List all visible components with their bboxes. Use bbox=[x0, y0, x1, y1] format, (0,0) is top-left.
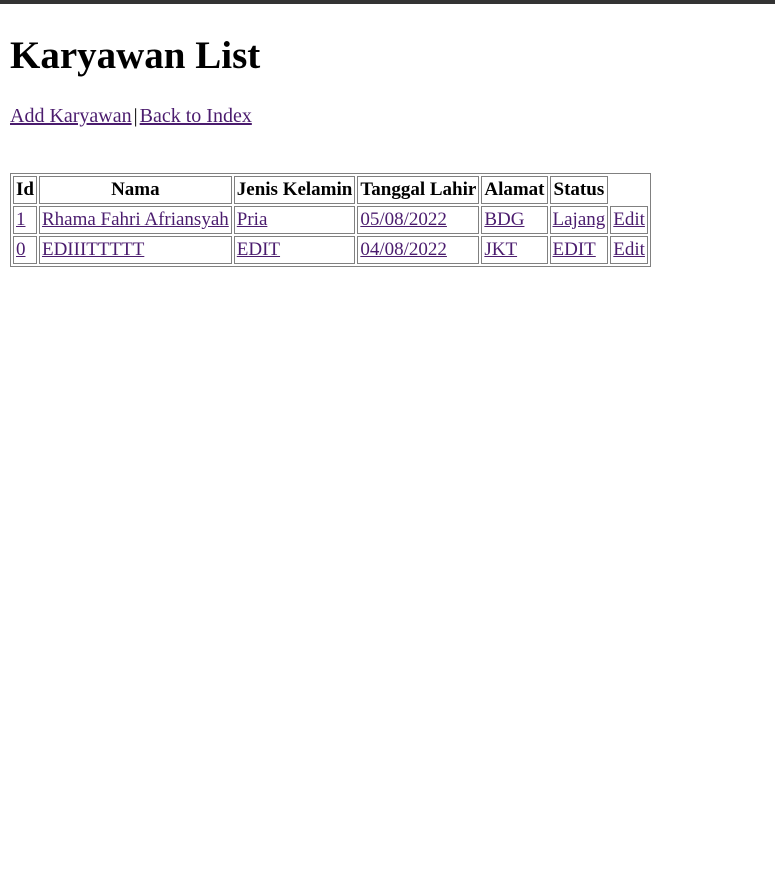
header-tanggal-lahir: Tanggal Lahir bbox=[357, 176, 480, 204]
table-row: 0 EDIIITTTTT EDIT 04/08/2022 JKT EDIT Ed… bbox=[13, 236, 648, 264]
cell-tanggal-lahir: 05/08/2022 bbox=[357, 206, 480, 234]
id-link[interactable]: 1 bbox=[16, 209, 26, 230]
status-link[interactable]: EDIT bbox=[553, 239, 596, 260]
header-status: Status bbox=[549, 176, 609, 204]
alamat-link[interactable]: BDG bbox=[484, 209, 524, 230]
edit-link[interactable]: Edit bbox=[613, 209, 645, 230]
nama-link[interactable]: Rhama Fahri Afriansyah bbox=[42, 209, 229, 230]
cell-jenis-kelamin: Pria bbox=[233, 206, 356, 234]
main-content: Karyawan List Add Karyawan | Back to Index… bbox=[10, 4, 775, 267]
cell-tanggal-lahir: 04/08/2022 bbox=[357, 236, 480, 264]
karyawan-table: Id Nama Jenis Kelamin Tanggal Lahir Alam… bbox=[10, 173, 651, 267]
page-title: Karyawan List bbox=[10, 34, 261, 77]
nav-links: Add Karyawan | Back to Index bbox=[10, 104, 775, 128]
cell-alamat: JKT bbox=[481, 236, 548, 264]
nav-separator: | bbox=[133, 105, 138, 127]
header-actions bbox=[610, 176, 648, 204]
header-alamat: Alamat bbox=[481, 176, 548, 204]
status-link[interactable]: Lajang bbox=[553, 209, 606, 230]
jenis-kelamin-link[interactable]: Pria bbox=[237, 209, 268, 230]
edit-link[interactable]: Edit bbox=[613, 239, 645, 260]
jenis-kelamin-link[interactable]: EDIT bbox=[237, 239, 280, 260]
back-to-index-link[interactable]: Back to Index bbox=[140, 105, 252, 127]
table-row: 1 Rhama Fahri Afriansyah Pria 05/08/2022… bbox=[13, 206, 648, 234]
id-link[interactable]: 0 bbox=[16, 239, 26, 260]
cell-status: EDIT bbox=[549, 236, 609, 264]
cell-edit: Edit bbox=[610, 206, 648, 234]
cell-alamat: BDG bbox=[481, 206, 548, 234]
table-header-row: Id Nama Jenis Kelamin Tanggal Lahir Alam… bbox=[13, 176, 648, 204]
cell-id: 1 bbox=[13, 206, 37, 234]
tanggal-lahir-link[interactable]: 04/08/2022 bbox=[360, 239, 447, 260]
tanggal-lahir-link[interactable]: 05/08/2022 bbox=[360, 209, 447, 230]
cell-jenis-kelamin: EDIT bbox=[233, 236, 356, 264]
cell-edit: Edit bbox=[610, 236, 648, 264]
cell-nama: EDIIITTTTT bbox=[38, 236, 232, 264]
cell-nama: Rhama Fahri Afriansyah bbox=[38, 206, 232, 234]
cell-status: Lajang bbox=[549, 206, 609, 234]
header-jenis-kelamin: Jenis Kelamin bbox=[233, 176, 356, 204]
nama-link[interactable]: EDIIITTTTT bbox=[42, 239, 144, 260]
header-nama: Nama bbox=[38, 176, 232, 204]
add-karyawan-link[interactable]: Add Karyawan bbox=[10, 105, 132, 127]
cell-id: 0 bbox=[13, 236, 37, 264]
alamat-link[interactable]: JKT bbox=[484, 239, 517, 260]
header-id: Id bbox=[13, 176, 37, 204]
